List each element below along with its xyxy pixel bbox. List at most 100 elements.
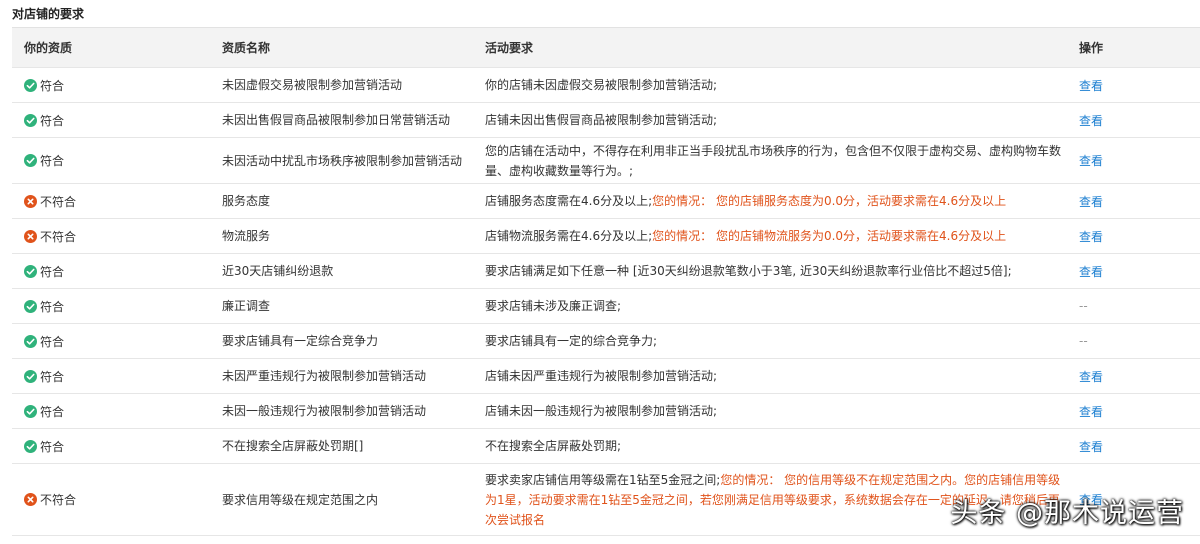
requirement-text: 不在搜索全店屏蔽处罚期; bbox=[485, 439, 622, 453]
qualification-text: 不符合 bbox=[40, 493, 77, 507]
view-link[interactable]: 查看 bbox=[1079, 154, 1103, 168]
table-row: 不符合 物流服务 店铺物流服务需在4.6分及以上;您的情况： 您的店铺物流服务为0.… bbox=[12, 218, 1200, 254]
qualification-text: 不符合 bbox=[40, 194, 77, 209]
requirement-cell: 您的店铺在活动中，不得存在利用非正当手段扰乱市场秩序的行为，包含但不仅限于虚构交… bbox=[485, 137, 1079, 184]
view-link[interactable]: 查看 bbox=[1079, 114, 1103, 128]
view-link[interactable]: 查看 bbox=[1079, 405, 1103, 419]
table-row: 符合 不在搜索全店屏蔽处罚期[] 不在搜索全店屏蔽处罚期; 查看 bbox=[12, 428, 1200, 464]
situation-warning: 您的情况： 您的店铺物流服务为0.0分，活动要求需在4.6分及以上 bbox=[652, 229, 1007, 243]
check-circle-icon bbox=[24, 404, 37, 418]
section-title: 对店铺的要求 bbox=[12, 7, 85, 21]
qualification-cell: 符合 bbox=[12, 428, 222, 464]
view-link[interactable]: 查看 bbox=[1079, 79, 1103, 93]
qualification-text: 符合 bbox=[40, 334, 65, 349]
no-action: -- bbox=[1079, 299, 1088, 313]
table-header-row: 你的资质 资质名称 活动要求 操作 bbox=[12, 27, 1200, 68]
requirement-cell: 店铺未因出售假冒商品被限制参加营销活动; bbox=[485, 102, 1079, 138]
qualification-name: 服务态度 bbox=[222, 183, 485, 219]
qualification-name: 近30天店铺纠纷退款 bbox=[222, 253, 485, 289]
check-circle-icon bbox=[24, 439, 37, 453]
table-row: 符合 未因一般违规行为被限制参加营销活动 店铺未因一般违规行为被限制参加营销活动; 查… bbox=[12, 393, 1200, 429]
requirement-text: 店铺未因严重违规行为被限制参加营销活动; bbox=[485, 369, 718, 383]
table-row: 符合 要求店铺具有一定综合竞争力 要求店铺具有一定的综合竞争力; -- bbox=[12, 323, 1200, 359]
action-cell: 查看 bbox=[1079, 253, 1200, 289]
table-row: 符合 未因严重违规行为被限制参加营销活动 店铺未因严重违规行为被限制参加营销活动; 查… bbox=[12, 358, 1200, 394]
qualification-text: 符合 bbox=[40, 113, 65, 128]
requirement-cell: 店铺服务态度需在4.6分及以上;您的情况： 您的店铺服务态度为0.0分，活动要求… bbox=[485, 183, 1079, 219]
qualification-name: 未因一般违规行为被限制参加营销活动 bbox=[222, 393, 485, 429]
view-link[interactable]: 查看 bbox=[1079, 440, 1103, 454]
requirement-cell: 要求店铺未涉及廉正调查; bbox=[485, 288, 1079, 324]
requirement-cell: 店铺物流服务需在4.6分及以上;您的情况： 您的店铺物流服务为0.0分，活动要求… bbox=[485, 218, 1079, 254]
view-link[interactable]: 查看 bbox=[1079, 265, 1103, 279]
action-cell: 查看 bbox=[1079, 428, 1200, 464]
qualification-cell: 符合 bbox=[12, 67, 222, 103]
qualification-cell: 符合 bbox=[12, 288, 222, 324]
qualification-cell: 符合 bbox=[12, 102, 222, 138]
action-cell: 查看 bbox=[1079, 393, 1200, 429]
action-cell: 查看 bbox=[1079, 358, 1200, 394]
qualification-name: 未因活动中扰乱市场秩序被限制参加营销活动 bbox=[222, 137, 485, 184]
requirement-text: 要求店铺满足如下任意一种 [近30天纠纷退款笔数小于3笔, 近30天纠纷退款率行… bbox=[485, 264, 1012, 278]
table-row: 不符合 服务态度 店铺服务态度需在4.6分及以上;您的情况： 您的店铺服务态度为0.… bbox=[12, 183, 1200, 219]
qualification-name: 物流服务 bbox=[222, 218, 485, 254]
watermark: 头条 @那木说运营 bbox=[950, 498, 1184, 529]
action-cell: -- bbox=[1079, 323, 1200, 359]
header-action: 操作 bbox=[1079, 27, 1200, 68]
action-cell: 查看 bbox=[1079, 67, 1200, 103]
view-link[interactable]: 查看 bbox=[1079, 230, 1103, 244]
table-row: 符合 未因虚假交易被限制参加营销活动 你的店铺未因虚假交易被限制参加营销活动; 查看 bbox=[12, 67, 1200, 103]
qualification-text: 符合 bbox=[40, 78, 65, 93]
qualification-cell: 符合 bbox=[12, 323, 222, 359]
qualification-cell: 符合 bbox=[12, 358, 222, 394]
requirement-text: 店铺物流服务需在4.6分及以上; bbox=[485, 229, 653, 243]
qualification-name: 要求店铺具有一定综合竞争力 bbox=[222, 323, 485, 359]
requirement-cell: 不在搜索全店屏蔽处罚期; bbox=[485, 428, 1079, 464]
requirement-text: 您的店铺在活动中，不得存在利用非正当手段扰乱市场秩序的行为，包含但不仅限于虚构交… bbox=[485, 143, 1062, 178]
cross-circle-icon bbox=[24, 229, 37, 243]
cross-circle-icon bbox=[24, 194, 37, 208]
action-cell: 查看 bbox=[1079, 137, 1200, 184]
requirement-cell: 店铺未因严重违规行为被限制参加营销活动; bbox=[485, 358, 1079, 394]
check-circle-icon bbox=[24, 334, 37, 348]
qualification-cell: 符合 bbox=[12, 253, 222, 289]
check-circle-icon bbox=[24, 369, 37, 383]
view-link[interactable]: 查看 bbox=[1079, 370, 1103, 384]
view-link[interactable]: 查看 bbox=[1079, 195, 1103, 209]
check-circle-icon bbox=[24, 264, 37, 278]
qualification-cell: 符合 bbox=[12, 137, 222, 184]
table-row: 符合 近30天店铺纠纷退款 要求店铺满足如下任意一种 [近30天纠纷退款笔数小于3笔… bbox=[12, 253, 1200, 289]
situation-warning: 您的情况： 您的店铺服务态度为0.0分，活动要求需在4.6分及以上 bbox=[652, 194, 1007, 208]
requirement-cell: 要求店铺满足如下任意一种 [近30天纠纷退款笔数小于3笔, 近30天纠纷退款率行… bbox=[485, 253, 1079, 289]
requirement-text: 要求店铺未涉及廉正调查; bbox=[485, 299, 622, 313]
requirement-cell: 店铺未因一般违规行为被限制参加营销活动; bbox=[485, 393, 1079, 429]
requirement-text: 店铺未因出售假冒商品被限制参加营销活动; bbox=[485, 113, 718, 127]
requirements-table: 你的资质 资质名称 活动要求 操作 符合 未因虚假交易被限制参加营销活动 你的店铺未… bbox=[12, 27, 1200, 536]
no-action: -- bbox=[1079, 334, 1088, 348]
table-row: 符合 未因活动中扰乱市场秩序被限制参加营销活动 您的店铺在活动中，不得存在利用非正当… bbox=[12, 137, 1200, 184]
qualification-name: 要求信用等级在规定范围之内 bbox=[222, 463, 485, 536]
action-cell: 查看 bbox=[1079, 102, 1200, 138]
qualification-text: 不符合 bbox=[40, 229, 77, 244]
qualification-name: 未因虚假交易被限制参加营销活动 bbox=[222, 67, 485, 103]
requirement-text: 店铺未因一般违规行为被限制参加营销活动; bbox=[485, 404, 718, 418]
qualification-text: 符合 bbox=[40, 264, 65, 279]
qualification-name: 不在搜索全店屏蔽处罚期[] bbox=[222, 428, 485, 464]
qualification-name: 廉正调查 bbox=[222, 288, 485, 324]
check-circle-icon bbox=[24, 299, 37, 313]
qualification-text: 符合 bbox=[40, 404, 65, 419]
requirement-text: 店铺服务态度需在4.6分及以上; bbox=[485, 194, 653, 208]
qualification-name: 未因出售假冒商品被限制参加日常营销活动 bbox=[222, 102, 485, 138]
requirement-cell: 要求店铺具有一定的综合竞争力; bbox=[485, 323, 1079, 359]
action-cell: -- bbox=[1079, 288, 1200, 324]
qualification-text: 符合 bbox=[40, 154, 65, 168]
qualification-text: 符合 bbox=[40, 439, 65, 454]
requirement-text: 要求店铺具有一定的综合竞争力; bbox=[485, 334, 658, 348]
header-name: 资质名称 bbox=[222, 27, 485, 68]
check-circle-icon bbox=[24, 113, 37, 127]
header-requirement: 活动要求 bbox=[485, 27, 1079, 68]
qualification-cell: 符合 bbox=[12, 393, 222, 429]
qualification-text: 符合 bbox=[40, 299, 65, 314]
action-cell: 查看 bbox=[1079, 218, 1200, 254]
qualification-text: 符合 bbox=[40, 369, 65, 384]
